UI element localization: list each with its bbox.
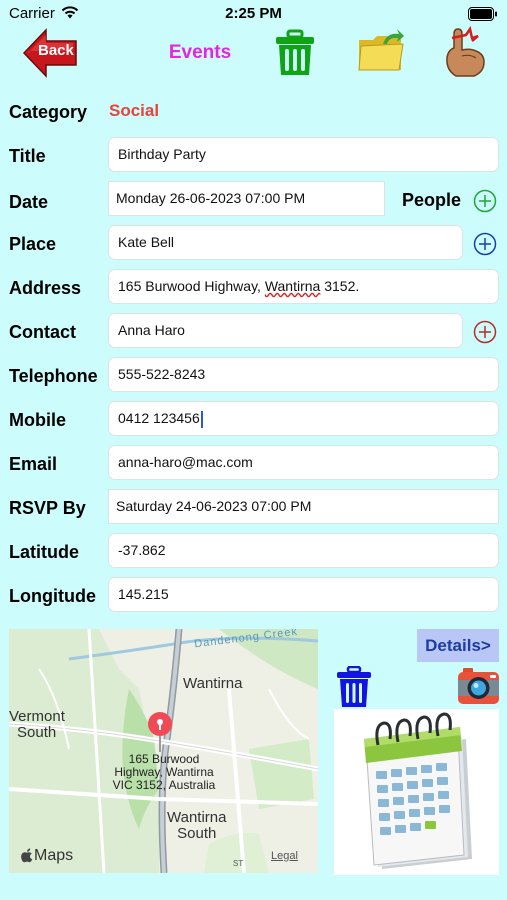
map-suburb-vermont-south: Vermont South — [9, 709, 65, 741]
longitude-label: Longitude — [9, 586, 96, 606]
map-pin-line3: VIC 3152, Australia — [112, 778, 216, 792]
address-label: Address — [9, 278, 82, 298]
contact-field[interactable]: Anna Haro — [108, 313, 463, 348]
latitude-field[interactable]: -37.862 — [108, 533, 499, 568]
mobile-value: 0412 123456 — [118, 410, 200, 426]
back-label: Back — [38, 42, 74, 59]
category-label: Category — [9, 102, 88, 122]
address-field[interactable]: 165 Burwood Highway, Wantirna 3152. — [108, 269, 499, 304]
map-legal-link[interactable]: Legal — [271, 850, 298, 862]
address-misspelled-word: Wantirna — [264, 278, 321, 294]
map-suburb-wantirna-south: Wantirna South — [167, 810, 226, 842]
map-pin-address: 165 Burwood Highway, Wantirna VIC 3152, … — [94, 753, 234, 792]
status-bar: Carrier 2:25 PM — [0, 0, 507, 28]
people-label: People — [402, 190, 462, 210]
address-suffix: 3152. — [320, 278, 360, 294]
telephone-label: Telephone — [9, 366, 98, 386]
page-title: Events — [168, 42, 232, 63]
hand-reminder-icon[interactable] — [442, 26, 490, 78]
add-place-icon[interactable] — [473, 232, 497, 256]
maps-brand: Maps — [20, 847, 73, 865]
trash-icon[interactable] — [274, 29, 316, 77]
date-label: Date — [9, 192, 49, 212]
folder-icon[interactable] — [357, 28, 405, 74]
battery-icon — [468, 7, 497, 21]
title-field[interactable]: Birthday Party — [108, 137, 499, 172]
text-cursor — [200, 410, 203, 428]
email-field[interactable]: anna-haro@mac.com — [108, 445, 499, 480]
map-pin[interactable] — [147, 711, 173, 758]
status-time: 2:25 PM — [225, 5, 282, 22]
map-suburb-wantirna: Wantirna — [183, 675, 243, 692]
telephone-field[interactable]: 555-522-8243 — [108, 357, 499, 392]
place-label: Place — [9, 234, 57, 254]
email-label: Email — [9, 454, 58, 474]
map-pin-icon — [148, 712, 172, 752]
map-suburb-vermont-line1: Vermont — [9, 708, 65, 725]
maps-brand-label: Maps — [34, 847, 74, 864]
rsvp-label: RSVP By — [9, 498, 86, 518]
location-map[interactable]: Dandenong Creek Wantirna Vermont South 1… — [9, 629, 318, 873]
map-street-label: ST — [233, 859, 244, 868]
event-photo[interactable] — [334, 709, 499, 875]
apple-logo-icon — [21, 848, 33, 863]
delete-photo-icon[interactable] — [336, 666, 372, 708]
back-button[interactable]: Back — [22, 27, 78, 79]
longitude-field[interactable]: 145.215 — [108, 577, 499, 612]
calendar-icon — [364, 712, 472, 869]
map-suburb-ws-line2: South — [177, 825, 217, 842]
mobile-label: Mobile — [9, 410, 66, 430]
map-suburb-vermont-line2: South — [17, 724, 57, 741]
rsvp-field[interactable]: Saturday 24-06-2023 07:00 PM — [108, 489, 499, 524]
contact-label: Contact — [9, 322, 76, 342]
mobile-field[interactable]: 0412 123456 — [108, 401, 499, 436]
details-button[interactable]: Details> — [417, 629, 499, 662]
camera-icon[interactable] — [457, 666, 500, 706]
add-contact-icon[interactable] — [473, 320, 497, 344]
address-text: 165 Burwood Highway, — [118, 278, 265, 294]
date-field[interactable]: Monday 26-06-2023 07:00 PM — [108, 181, 385, 216]
category-value[interactable]: Social — [109, 101, 159, 121]
title-label: Title — [9, 146, 46, 166]
add-people-icon[interactable] — [473, 189, 497, 213]
map-suburb-ws-line1: Wantirna — [167, 809, 227, 826]
latitude-label: Latitude — [9, 542, 79, 562]
place-field[interactable]: Kate Bell — [108, 225, 463, 260]
